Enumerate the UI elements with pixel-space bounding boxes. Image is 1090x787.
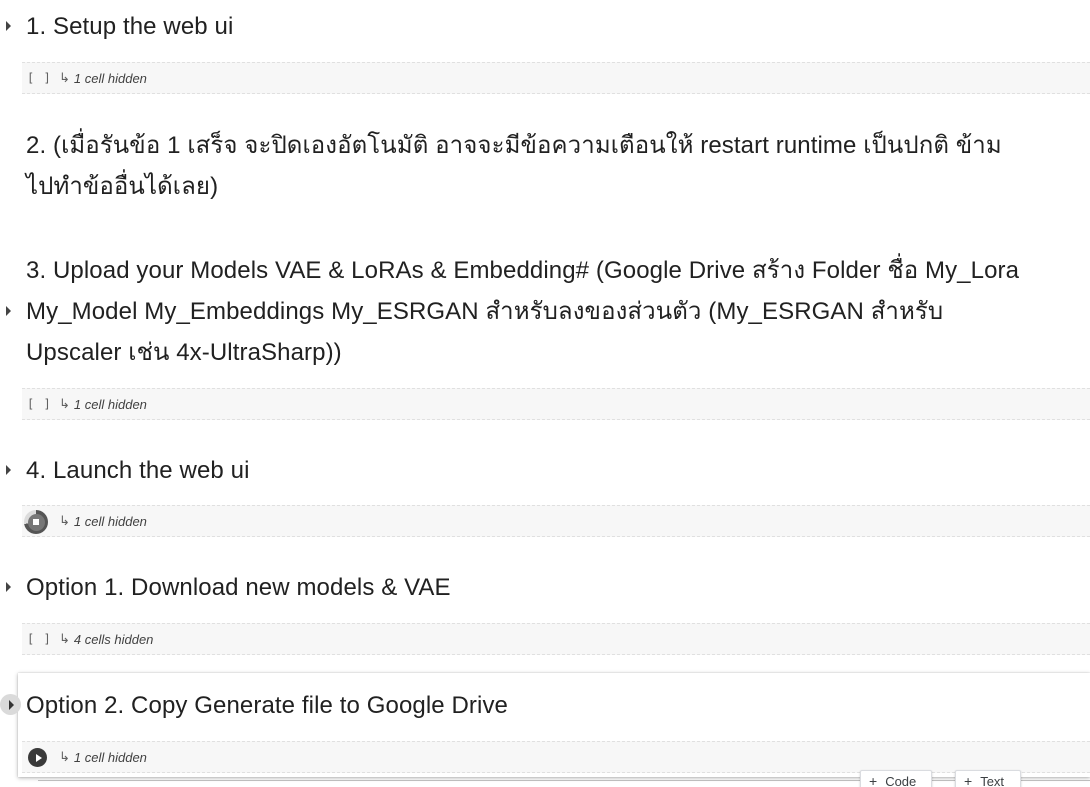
hidden-cells-count: 1 cell hidden <box>73 396 147 412</box>
plus-icon: + <box>964 773 973 787</box>
return-arrow-icon: ↳ <box>59 513 70 528</box>
collapse-toggle-icon[interactable] <box>6 306 11 316</box>
cell-run-brackets[interactable]: [ ] <box>27 632 52 646</box>
hidden-cells-label: ↳ 4 cells hidden <box>59 631 153 647</box>
hidden-cells-label: ↳ 1 cell hidden <box>59 513 147 529</box>
hidden-cells-bar[interactable]: [ ] ↳ 1 cell hidden <box>22 388 1090 420</box>
hidden-cells-bar[interactable]: [ ] ↳ 4 cells hidden <box>22 623 1090 655</box>
return-arrow-icon: ↳ <box>59 396 70 411</box>
collapse-toggle-button[interactable] <box>0 694 21 715</box>
stop-execution-button[interactable] <box>24 510 48 534</box>
hidden-cells-count: 4 cells hidden <box>73 631 154 647</box>
section-title: Option 1. Download new models & VAE <box>26 574 451 601</box>
return-arrow-icon: ↳ <box>59 631 70 646</box>
plus-icon: + <box>869 773 878 787</box>
section-title: Option 2. Copy Generate file to Google D… <box>26 692 508 719</box>
hidden-cells-count: 1 cell hidden <box>73 70 147 86</box>
section-title: 1. Setup the web ui <box>26 13 234 40</box>
run-cell-button[interactable] <box>28 748 47 767</box>
section-title: 4. Launch the web ui <box>26 457 250 484</box>
chevron-right-icon <box>9 699 14 710</box>
add-text-label: Text <box>980 773 1005 787</box>
collapse-toggle-icon[interactable] <box>6 582 11 592</box>
return-arrow-icon: ↳ <box>59 749 70 764</box>
add-code-cell-button[interactable]: + Code <box>860 770 932 787</box>
hidden-cells-count: 1 cell hidden <box>73 749 147 765</box>
hidden-cells-bar[interactable]: ↳ 1 cell hidden <box>22 741 1090 773</box>
cell-run-brackets[interactable]: [ ] <box>27 397 52 411</box>
notebook-page: 1. Setup the web ui [ ] ↳ 1 cell hidden … <box>0 0 1090 787</box>
hidden-cells-bar[interactable]: [ ] ↳ 1 cell hidden <box>22 62 1090 94</box>
hidden-cells-label: ↳ 1 cell hidden <box>59 70 147 86</box>
add-text-cell-button[interactable]: + Text <box>955 770 1021 787</box>
add-cell-divider <box>38 780 1090 781</box>
hidden-cells-count: 1 cell hidden <box>73 513 147 529</box>
hidden-cells-bar[interactable]: ↳ 1 cell hidden <box>22 505 1090 537</box>
hidden-cells-label: ↳ 1 cell hidden <box>59 749 147 765</box>
hidden-cells-label: ↳ 1 cell hidden <box>59 396 147 412</box>
play-icon <box>35 753 42 762</box>
stop-icon <box>33 519 39 525</box>
section-title: 2. (เมื่อรันข้อ 1 เสร็จ จะปิดเองอัตโนมัต… <box>26 132 1002 200</box>
collapse-toggle-icon[interactable] <box>6 465 11 475</box>
cell-run-brackets[interactable]: [ ] <box>27 71 52 85</box>
return-arrow-icon: ↳ <box>59 70 70 85</box>
collapse-toggle-icon[interactable] <box>6 21 11 31</box>
section-title: 3. Upload your Models VAE & LoRAs & Embe… <box>26 257 1020 366</box>
add-code-label: Code <box>885 773 917 787</box>
